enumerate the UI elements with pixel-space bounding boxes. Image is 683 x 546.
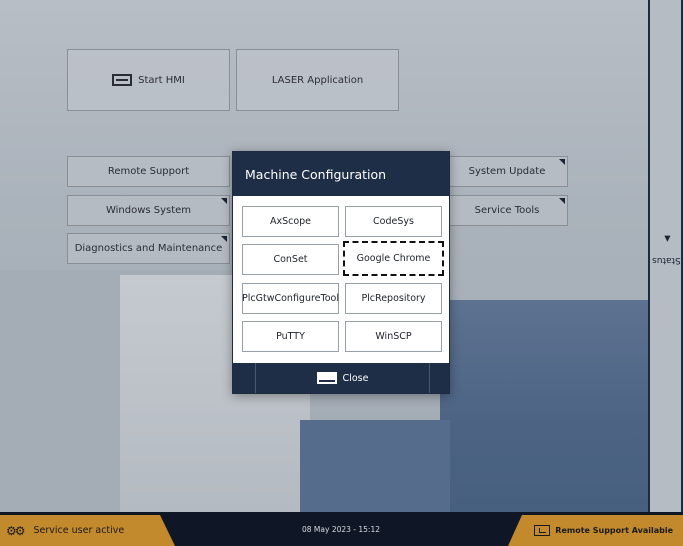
winscp-label: WinSCP (375, 331, 412, 342)
google-chrome-label: Google Chrome (356, 253, 431, 264)
windows-system-button[interactable]: Windows System (67, 195, 230, 226)
close-label: Close (342, 372, 369, 384)
keyboard-icon (316, 372, 337, 384)
remote-support-label: Remote Support (107, 166, 190, 177)
plcgtwconfiguretool-button[interactable]: PlcGtwConfigureTool (242, 283, 339, 314)
windows-system-label: Windows System (105, 205, 192, 216)
google-chrome-button[interactable]: Google Chrome (343, 241, 444, 276)
gears-icon: ⚙⚙ (6, 523, 25, 538)
conset-label: ConSet (273, 254, 308, 265)
putty-button[interactable]: PuTTY (242, 321, 339, 352)
conset-button[interactable]: ConSet (242, 244, 339, 275)
start-hmi-button[interactable]: Start HMI (67, 49, 230, 111)
status-label: Status (651, 255, 681, 266)
dialog-title: Machine Configuration (245, 166, 387, 182)
remote-support-button[interactable]: Remote Support (67, 156, 230, 187)
datetime-display: 08 May 2023 - 15:12 (300, 512, 382, 546)
laser-application-button[interactable]: LASER Application (236, 49, 399, 111)
axscope-button[interactable]: AxScope (242, 206, 339, 237)
winscp-button[interactable]: WinSCP (345, 321, 442, 352)
close-button[interactable]: Close (256, 363, 429, 393)
machine-configuration-dialog: Machine Configuration AxScope CodeSys Co… (232, 151, 450, 394)
plcrepository-button[interactable]: PlcRepository (345, 283, 442, 314)
submenu-indicator-icon (559, 159, 565, 165)
plcrepository-label: PlcRepository (361, 293, 426, 304)
background-block (440, 300, 648, 512)
service-user-label: Service user active (33, 525, 125, 536)
remote-support-icon (534, 525, 551, 536)
dialog-footer: Close (233, 363, 449, 393)
divider (429, 363, 430, 393)
submenu-indicator-icon (221, 198, 227, 204)
system-update-label: System Update (468, 166, 546, 177)
service-user-indicator[interactable]: ⚙⚙ Service user active (0, 515, 175, 546)
codesys-button[interactable]: CodeSys (345, 206, 442, 237)
triangle-left-icon: ◀ (661, 235, 671, 242)
codesys-label: CodeSys (373, 216, 414, 227)
submenu-indicator-icon (221, 236, 227, 242)
background-block (300, 420, 450, 512)
putty-label: PuTTY (276, 331, 305, 342)
diagnostics-label: Diagnostics and Maintenance (74, 243, 223, 254)
dialog-header: Machine Configuration (233, 152, 449, 196)
diagnostics-maintenance-button[interactable]: Diagnostics and Maintenance (67, 233, 230, 264)
submenu-indicator-icon (559, 198, 565, 204)
laser-application-label: LASER Application (271, 74, 364, 86)
start-hmi-label: Start HMI (138, 74, 185, 86)
monitor-icon (112, 74, 133, 86)
datetime-label: 08 May 2023 - 15:12 (302, 524, 380, 534)
remote-support-indicator[interactable]: Remote Support Available (508, 515, 683, 546)
plcgtwconfiguretool-label: PlcGtwConfigureTool (242, 293, 339, 304)
remote-support-status-label: Remote Support Available (555, 526, 673, 535)
status-tab[interactable]: Status ◀ (652, 230, 681, 280)
axscope-label: AxScope (269, 216, 312, 227)
service-tools-label: Service Tools (474, 205, 540, 216)
